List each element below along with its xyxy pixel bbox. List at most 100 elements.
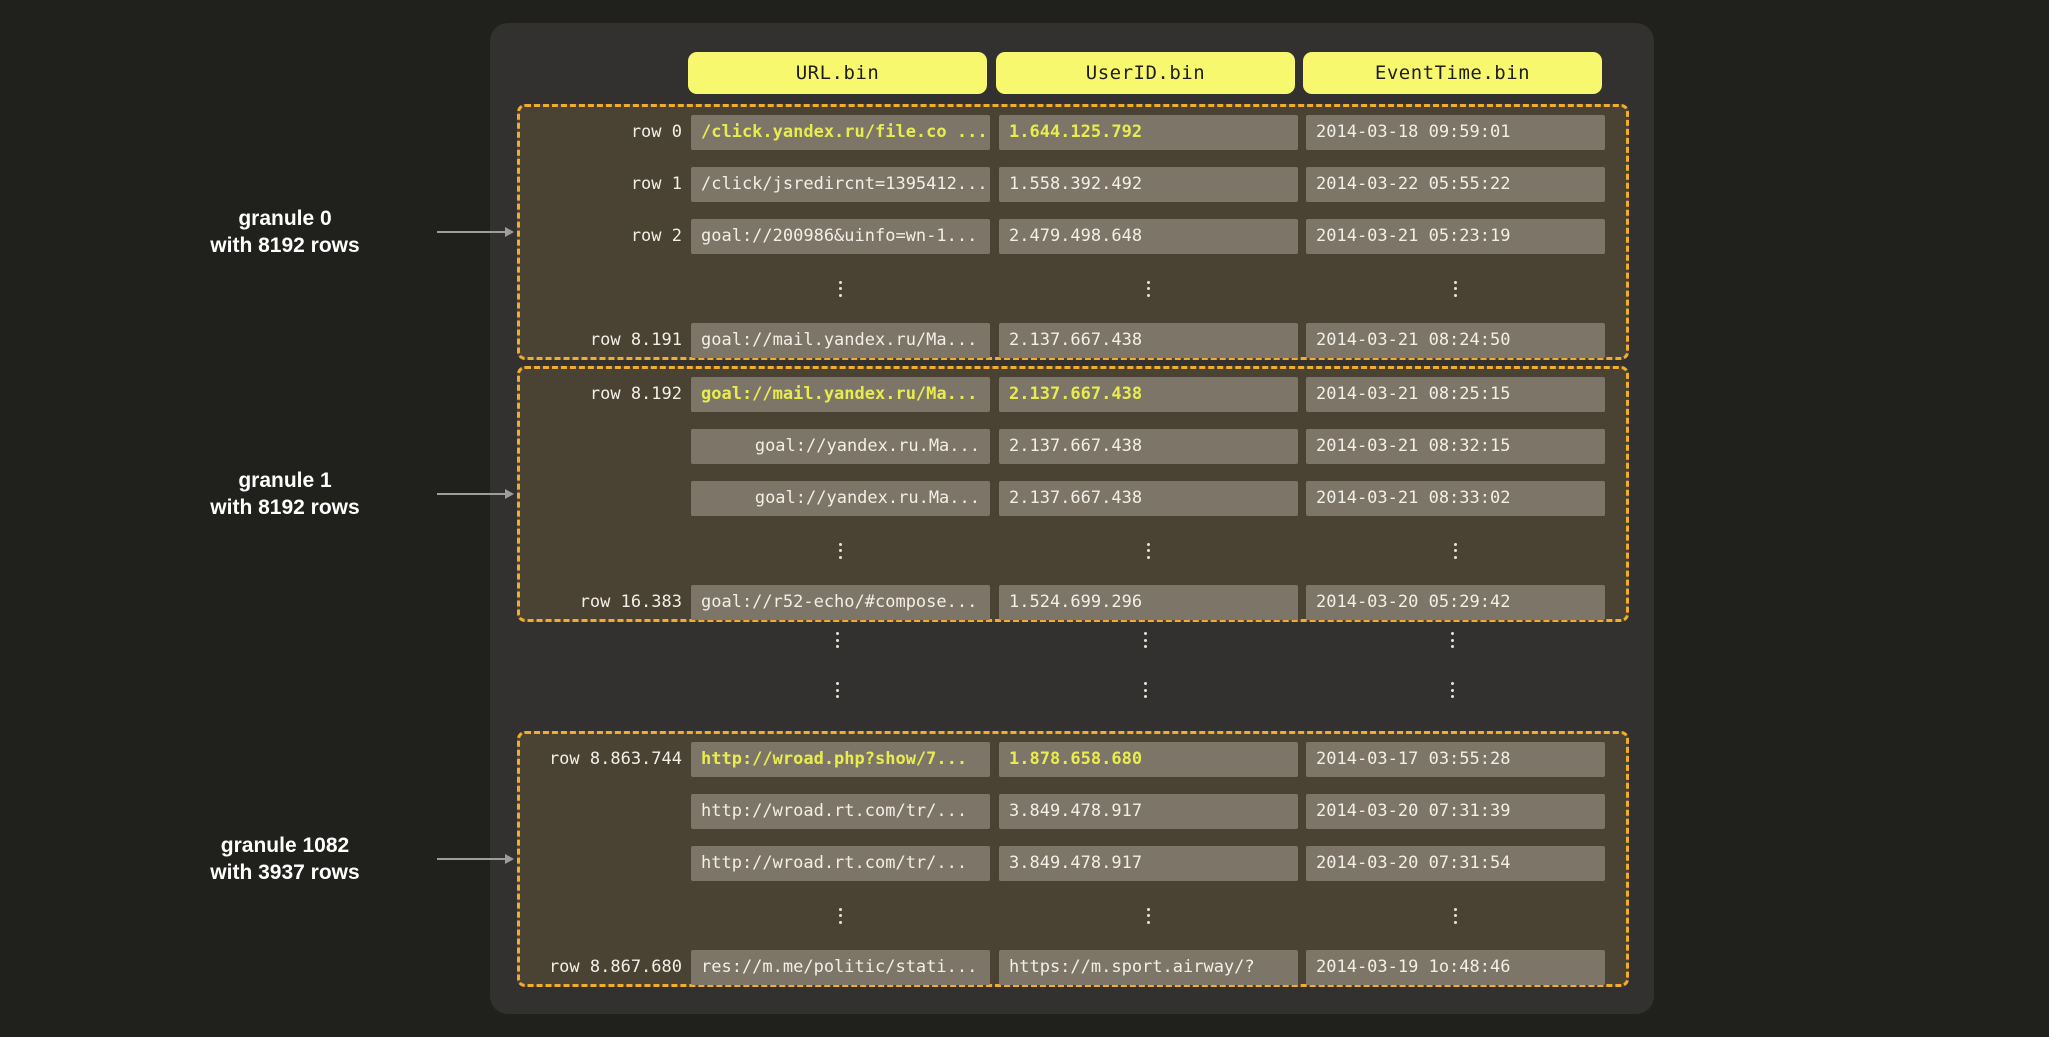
- dot: [836, 695, 839, 698]
- ellipsis-dots-userid: [1145, 543, 1153, 559]
- cell-eventtime: 2014-03-22 05:55:22: [1306, 167, 1605, 202]
- arrow-line: [437, 858, 505, 860]
- gap-ellipsis-dots-url: [834, 682, 842, 698]
- gap-ellipsis-dots-eventtime: [1449, 682, 1457, 698]
- arrow-line: [437, 493, 505, 495]
- cell-eventtime: 2014-03-21 08:24:50: [1306, 323, 1605, 358]
- cell-url: /click.yandex.ru/file.co ...: [691, 115, 990, 150]
- granule-label-name: granule 0: [140, 205, 430, 232]
- dot: [839, 549, 842, 552]
- cell-eventtime: 2014-03-21 05:23:19: [1306, 219, 1605, 254]
- dot: [1451, 695, 1454, 698]
- dot: [1454, 543, 1457, 546]
- cell-url: res://m.me/politic/stati...: [691, 950, 990, 985]
- cell-eventtime: 2014-03-20 07:31:39: [1306, 794, 1605, 829]
- arrow-line: [437, 231, 505, 233]
- cell-eventtime: 2014-03-17 03:55:28: [1306, 742, 1605, 777]
- row-label: row 16.383: [530, 585, 682, 620]
- granule-label-rows: with 3937 rows: [140, 859, 430, 886]
- cell-eventtime: 2014-03-19 1o:48:46: [1306, 950, 1605, 985]
- dot: [836, 639, 839, 642]
- granule-label-rows: with 8192 rows: [140, 232, 430, 259]
- cell-userid: https://m.sport.airway/?: [999, 950, 1298, 985]
- cell-userid: 2.137.667.438: [999, 481, 1298, 516]
- dot: [1144, 695, 1147, 698]
- row-label: row 0: [530, 115, 682, 150]
- granule-arrow-1: [437, 488, 514, 500]
- granule-label-name: granule 1082: [140, 832, 430, 859]
- ellipsis-dots-userid: [1145, 281, 1153, 297]
- granule-label-2: granule 1082with 3937 rows: [140, 832, 430, 886]
- dot: [1451, 645, 1454, 648]
- ellipsis-dots-eventtime: [1452, 543, 1460, 559]
- dot: [1147, 543, 1150, 546]
- cell-url: http://wroad.rt.com/tr/...: [691, 846, 990, 881]
- dot: [839, 921, 842, 924]
- dot: [839, 543, 842, 546]
- dot: [839, 294, 842, 297]
- cell-userid: 1.524.699.296: [999, 585, 1298, 620]
- arrow-head-icon: [505, 227, 514, 237]
- granule-label-name: granule 1: [140, 467, 430, 494]
- dot: [1144, 645, 1147, 648]
- dot: [836, 645, 839, 648]
- dot: [1147, 914, 1150, 917]
- cell-url: http://wroad.php?show/7...: [691, 742, 990, 777]
- dot: [1147, 549, 1150, 552]
- ellipsis-dots-eventtime: [1452, 281, 1460, 297]
- cell-userid: 1.878.658.680: [999, 742, 1298, 777]
- cell-userid: 2.137.667.438: [999, 323, 1298, 358]
- dot: [1147, 294, 1150, 297]
- ellipsis-dots-url: [837, 543, 845, 559]
- row-label: row 2: [530, 219, 682, 254]
- cell-url: /click/jsredircnt=1395412...: [691, 167, 990, 202]
- column-header-eventtime: EventTime.bin: [1303, 52, 1602, 94]
- arrow-head-icon: [505, 489, 514, 499]
- dot: [1454, 549, 1457, 552]
- dot: [1451, 632, 1454, 635]
- cell-url: goal://mail.yandex.ru/Ma...: [691, 323, 990, 358]
- row-label: row 8.191: [530, 323, 682, 358]
- dot: [836, 689, 839, 692]
- row-label: row 8.867.680: [530, 950, 682, 985]
- cell-userid: 1.644.125.792: [999, 115, 1298, 150]
- dot: [1454, 287, 1457, 290]
- granule-label-1: granule 1with 8192 rows: [140, 467, 430, 521]
- cell-eventtime: 2014-03-21 08:32:15: [1306, 429, 1605, 464]
- dot: [1147, 287, 1150, 290]
- cell-eventtime: 2014-03-21 08:25:15: [1306, 377, 1605, 412]
- dot: [839, 914, 842, 917]
- dot: [1147, 556, 1150, 559]
- gap-ellipsis-dots-eventtime: [1449, 632, 1457, 648]
- granule-label-rows: with 8192 rows: [140, 494, 430, 521]
- cell-url: goal://r52-echo/#compose...: [691, 585, 990, 620]
- cell-url: goal://mail.yandex.ru/Ma...: [691, 377, 990, 412]
- cell-userid: 2.137.667.438: [999, 429, 1298, 464]
- cell-eventtime: 2014-03-21 08:33:02: [1306, 481, 1605, 516]
- ellipsis-dots-url: [837, 281, 845, 297]
- granule-box-2: row 8.863.744 http://wroad.php?show/7... 1…: [517, 731, 1629, 987]
- cell-userid: 2.479.498.648: [999, 219, 1298, 254]
- cell-eventtime: 2014-03-18 09:59:01: [1306, 115, 1605, 150]
- granule-box-0: row 0/click.yandex.ru/file.co ... 1.644.1…: [517, 104, 1629, 360]
- cell-userid: 2.137.667.438: [999, 377, 1298, 412]
- dot: [1144, 639, 1147, 642]
- dot: [839, 556, 842, 559]
- dot: [1144, 632, 1147, 635]
- dot: [1454, 281, 1457, 284]
- ellipsis-dots-url: [837, 908, 845, 924]
- cell-url: goal://yandex.ru.Ma...: [691, 481, 990, 516]
- gap-ellipsis-dots-userid: [1142, 632, 1150, 648]
- granule-arrow-2: [437, 853, 514, 865]
- cell-userid: 3.849.478.917: [999, 794, 1298, 829]
- dot: [1147, 281, 1150, 284]
- dot: [839, 281, 842, 284]
- dot: [1144, 682, 1147, 685]
- dot: [1451, 639, 1454, 642]
- gap-ellipsis-dots-userid: [1142, 682, 1150, 698]
- arrow-head-icon: [505, 854, 514, 864]
- dot: [1147, 908, 1150, 911]
- granule-arrow-0: [437, 226, 514, 238]
- cell-userid: 3.849.478.917: [999, 846, 1298, 881]
- row-label: row 8.863.744: [530, 742, 682, 777]
